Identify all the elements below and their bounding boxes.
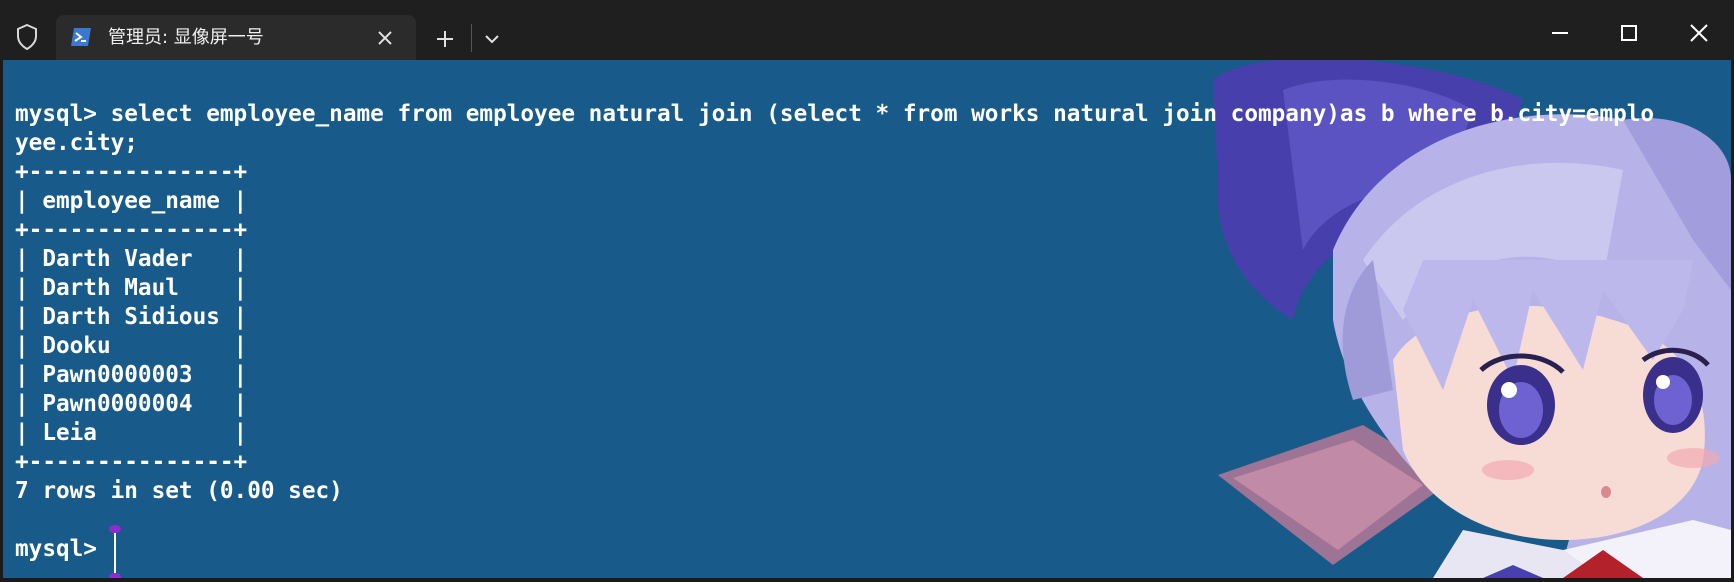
close-icon[interactable] xyxy=(372,25,398,51)
minimize-icon[interactable] xyxy=(1543,18,1577,48)
text-cursor-icon xyxy=(109,525,121,578)
prompt-line[interactable]: mysql> xyxy=(15,535,1654,564)
terminal-window: 管理员: 显像屏一号 mysql> select employee_name f… xyxy=(0,0,1734,582)
table-row: | Darth Maul | xyxy=(15,275,248,301)
chevron-down-icon[interactable] xyxy=(480,27,504,51)
terminal-text: mysql> select employee_name from employe… xyxy=(15,100,1654,564)
table-row: | Pawn0000004 | xyxy=(15,391,248,417)
result-summary: 7 rows in set (0.00 sec) xyxy=(15,478,343,504)
plus-icon[interactable] xyxy=(430,24,460,54)
terminal-output[interactable]: mysql> select employee_name from employe… xyxy=(3,60,1731,578)
table-border: +---------------+ xyxy=(15,159,248,185)
table-header: | employee_name | xyxy=(15,188,248,214)
divider xyxy=(471,24,472,52)
powershell-icon xyxy=(71,28,91,46)
table-border: +---------------+ xyxy=(15,449,248,475)
table-row: | Dooku | xyxy=(15,333,248,359)
shield-icon xyxy=(17,24,37,50)
title-bar[interactable]: 管理员: 显像屏一号 xyxy=(0,0,1734,60)
terminal-line: mysql> select employee_name from employe… xyxy=(15,101,1655,127)
table-row: | Darth Vader | xyxy=(15,246,248,272)
tab-active[interactable]: 管理员: 显像屏一号 xyxy=(56,15,416,60)
table-border: +---------------+ xyxy=(15,217,248,243)
table-row: | Pawn0000003 | xyxy=(15,362,248,388)
close-window-icon[interactable] xyxy=(1682,18,1716,48)
tab-title: 管理员: 显像屏一号 xyxy=(108,27,264,48)
table-row: | Leia | xyxy=(15,420,248,446)
table-row: | Darth Sidious | xyxy=(15,304,248,330)
maximize-icon[interactable] xyxy=(1612,18,1646,48)
terminal-line: yee.city; xyxy=(15,130,138,156)
